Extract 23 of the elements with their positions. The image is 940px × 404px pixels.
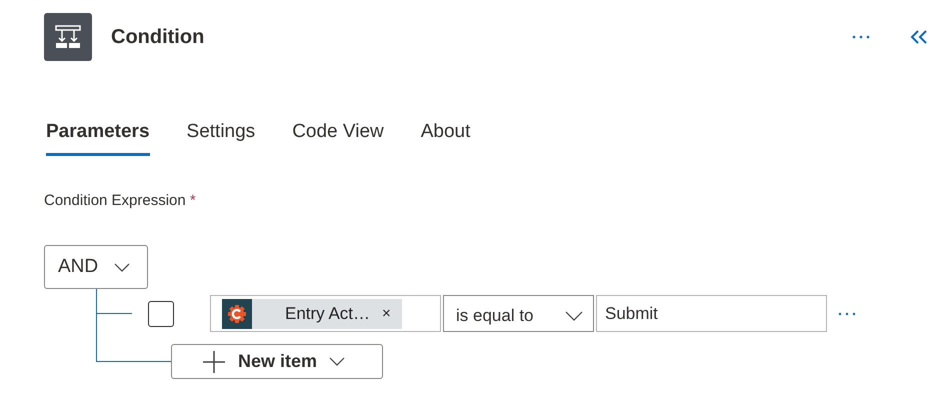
collapse-icon[interactable] [910,30,928,44]
panel-title: Condition [111,26,204,48]
tab[interactable]: About [420,121,470,156]
field-label: Condition Expression * [44,192,197,209]
comparison-dropdown[interactable]: is equal to [443,295,594,332]
operator-dropdown[interactable]: AND [44,245,148,289]
more-icon[interactable] [838,312,856,316]
plus-icon [202,350,226,374]
gear-icon [222,298,252,328]
checkbox[interactable] [148,300,174,326]
value-input[interactable]: Submit [596,295,827,332]
tab[interactable]: Parameters [46,121,150,156]
more-icon[interactable] [852,35,870,39]
condition-icon [44,13,92,61]
remove-token-button[interactable]: × [382,305,391,322]
chevron-down-icon [565,310,583,320]
chevron-down-icon [114,262,130,272]
token-chip[interactable]: Entry Act… × [222,298,402,328]
tab[interactable]: Settings [186,121,256,156]
chevron-down-icon [329,357,346,366]
new-item-button[interactable]: New item [171,344,383,379]
tab[interactable]: Code View [292,121,384,156]
token-field[interactable]: Entry Act… × [210,295,441,332]
